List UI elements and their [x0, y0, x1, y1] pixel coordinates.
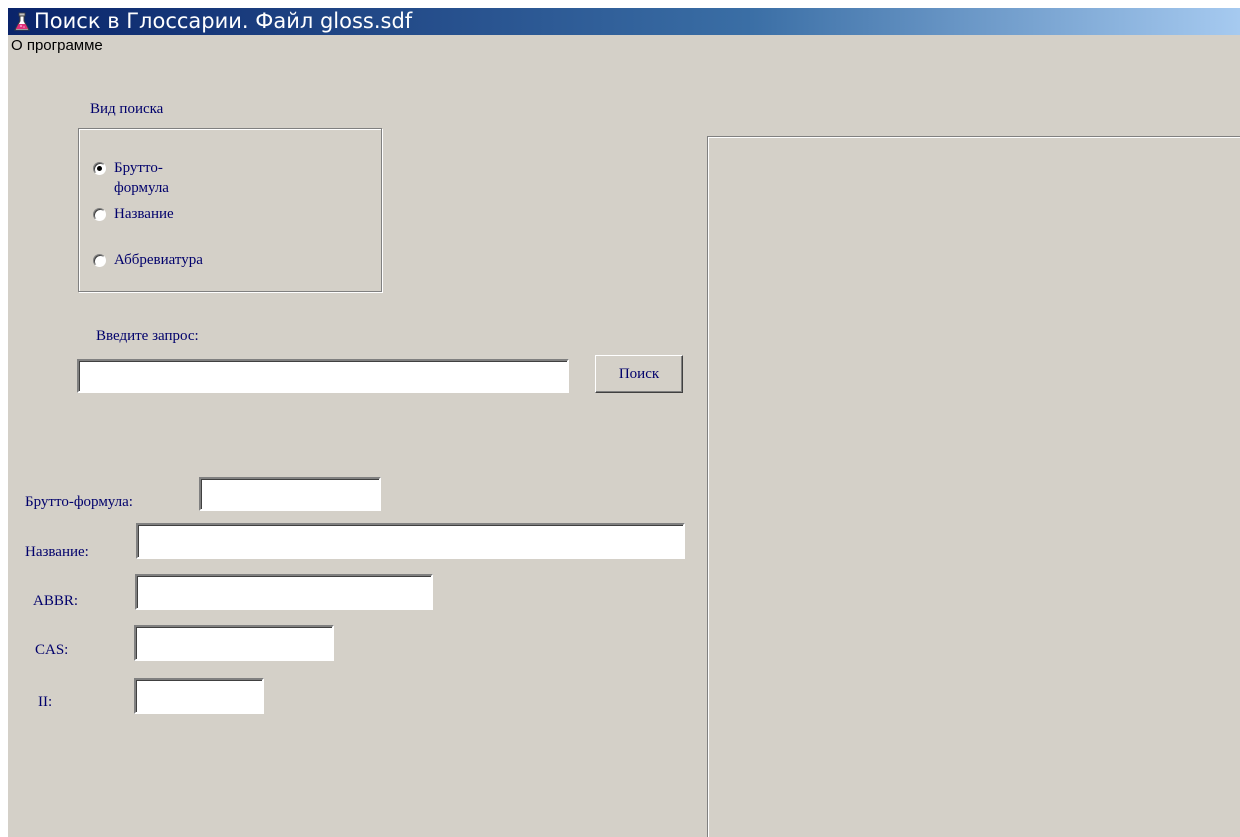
- radio-formula-label[interactable]: Брутто-формула: [114, 158, 169, 198]
- radio-name-label[interactable]: Название: [114, 204, 174, 224]
- flask-icon: [14, 12, 30, 31]
- menu-bar: О программе: [8, 35, 1240, 57]
- formula-field[interactable]: [199, 477, 381, 511]
- cas-label: CAS:: [35, 642, 69, 658]
- ii-field[interactable]: [134, 678, 264, 714]
- window-title: Поиск в Глоссарии. Файл gloss.sdf: [34, 9, 413, 33]
- name-field[interactable]: [136, 523, 685, 559]
- radio-abbreviation[interactable]: [93, 254, 106, 267]
- formula-label: Брутто-формула:: [25, 494, 133, 510]
- abbr-label: ABBR:: [33, 593, 79, 609]
- abbr-field[interactable]: [135, 574, 433, 610]
- app-window: Поиск в Глоссарии. Файл gloss.sdf О прог…: [8, 8, 1240, 837]
- query-input[interactable]: [77, 359, 569, 393]
- cas-field[interactable]: [134, 625, 334, 661]
- radio-abbreviation-label[interactable]: Аббревиатура: [114, 250, 203, 270]
- name-label: Название:: [25, 544, 89, 560]
- structure-preview-panel: [708, 137, 1240, 837]
- title-bar[interactable]: Поиск в Глоссарии. Файл gloss.sdf: [8, 8, 1240, 35]
- radio-name[interactable]: [93, 208, 106, 221]
- radio-formula[interactable]: [93, 162, 106, 175]
- ii-label: II:: [38, 694, 53, 710]
- search-button[interactable]: Поиск: [595, 355, 683, 393]
- search-type-label: Вид поиска: [90, 101, 164, 117]
- query-label: Введите запрос:: [96, 328, 199, 344]
- menu-item-about[interactable]: О программе: [11, 37, 103, 54]
- search-type-group: Брутто-формула Название Аббревиатура: [78, 128, 382, 292]
